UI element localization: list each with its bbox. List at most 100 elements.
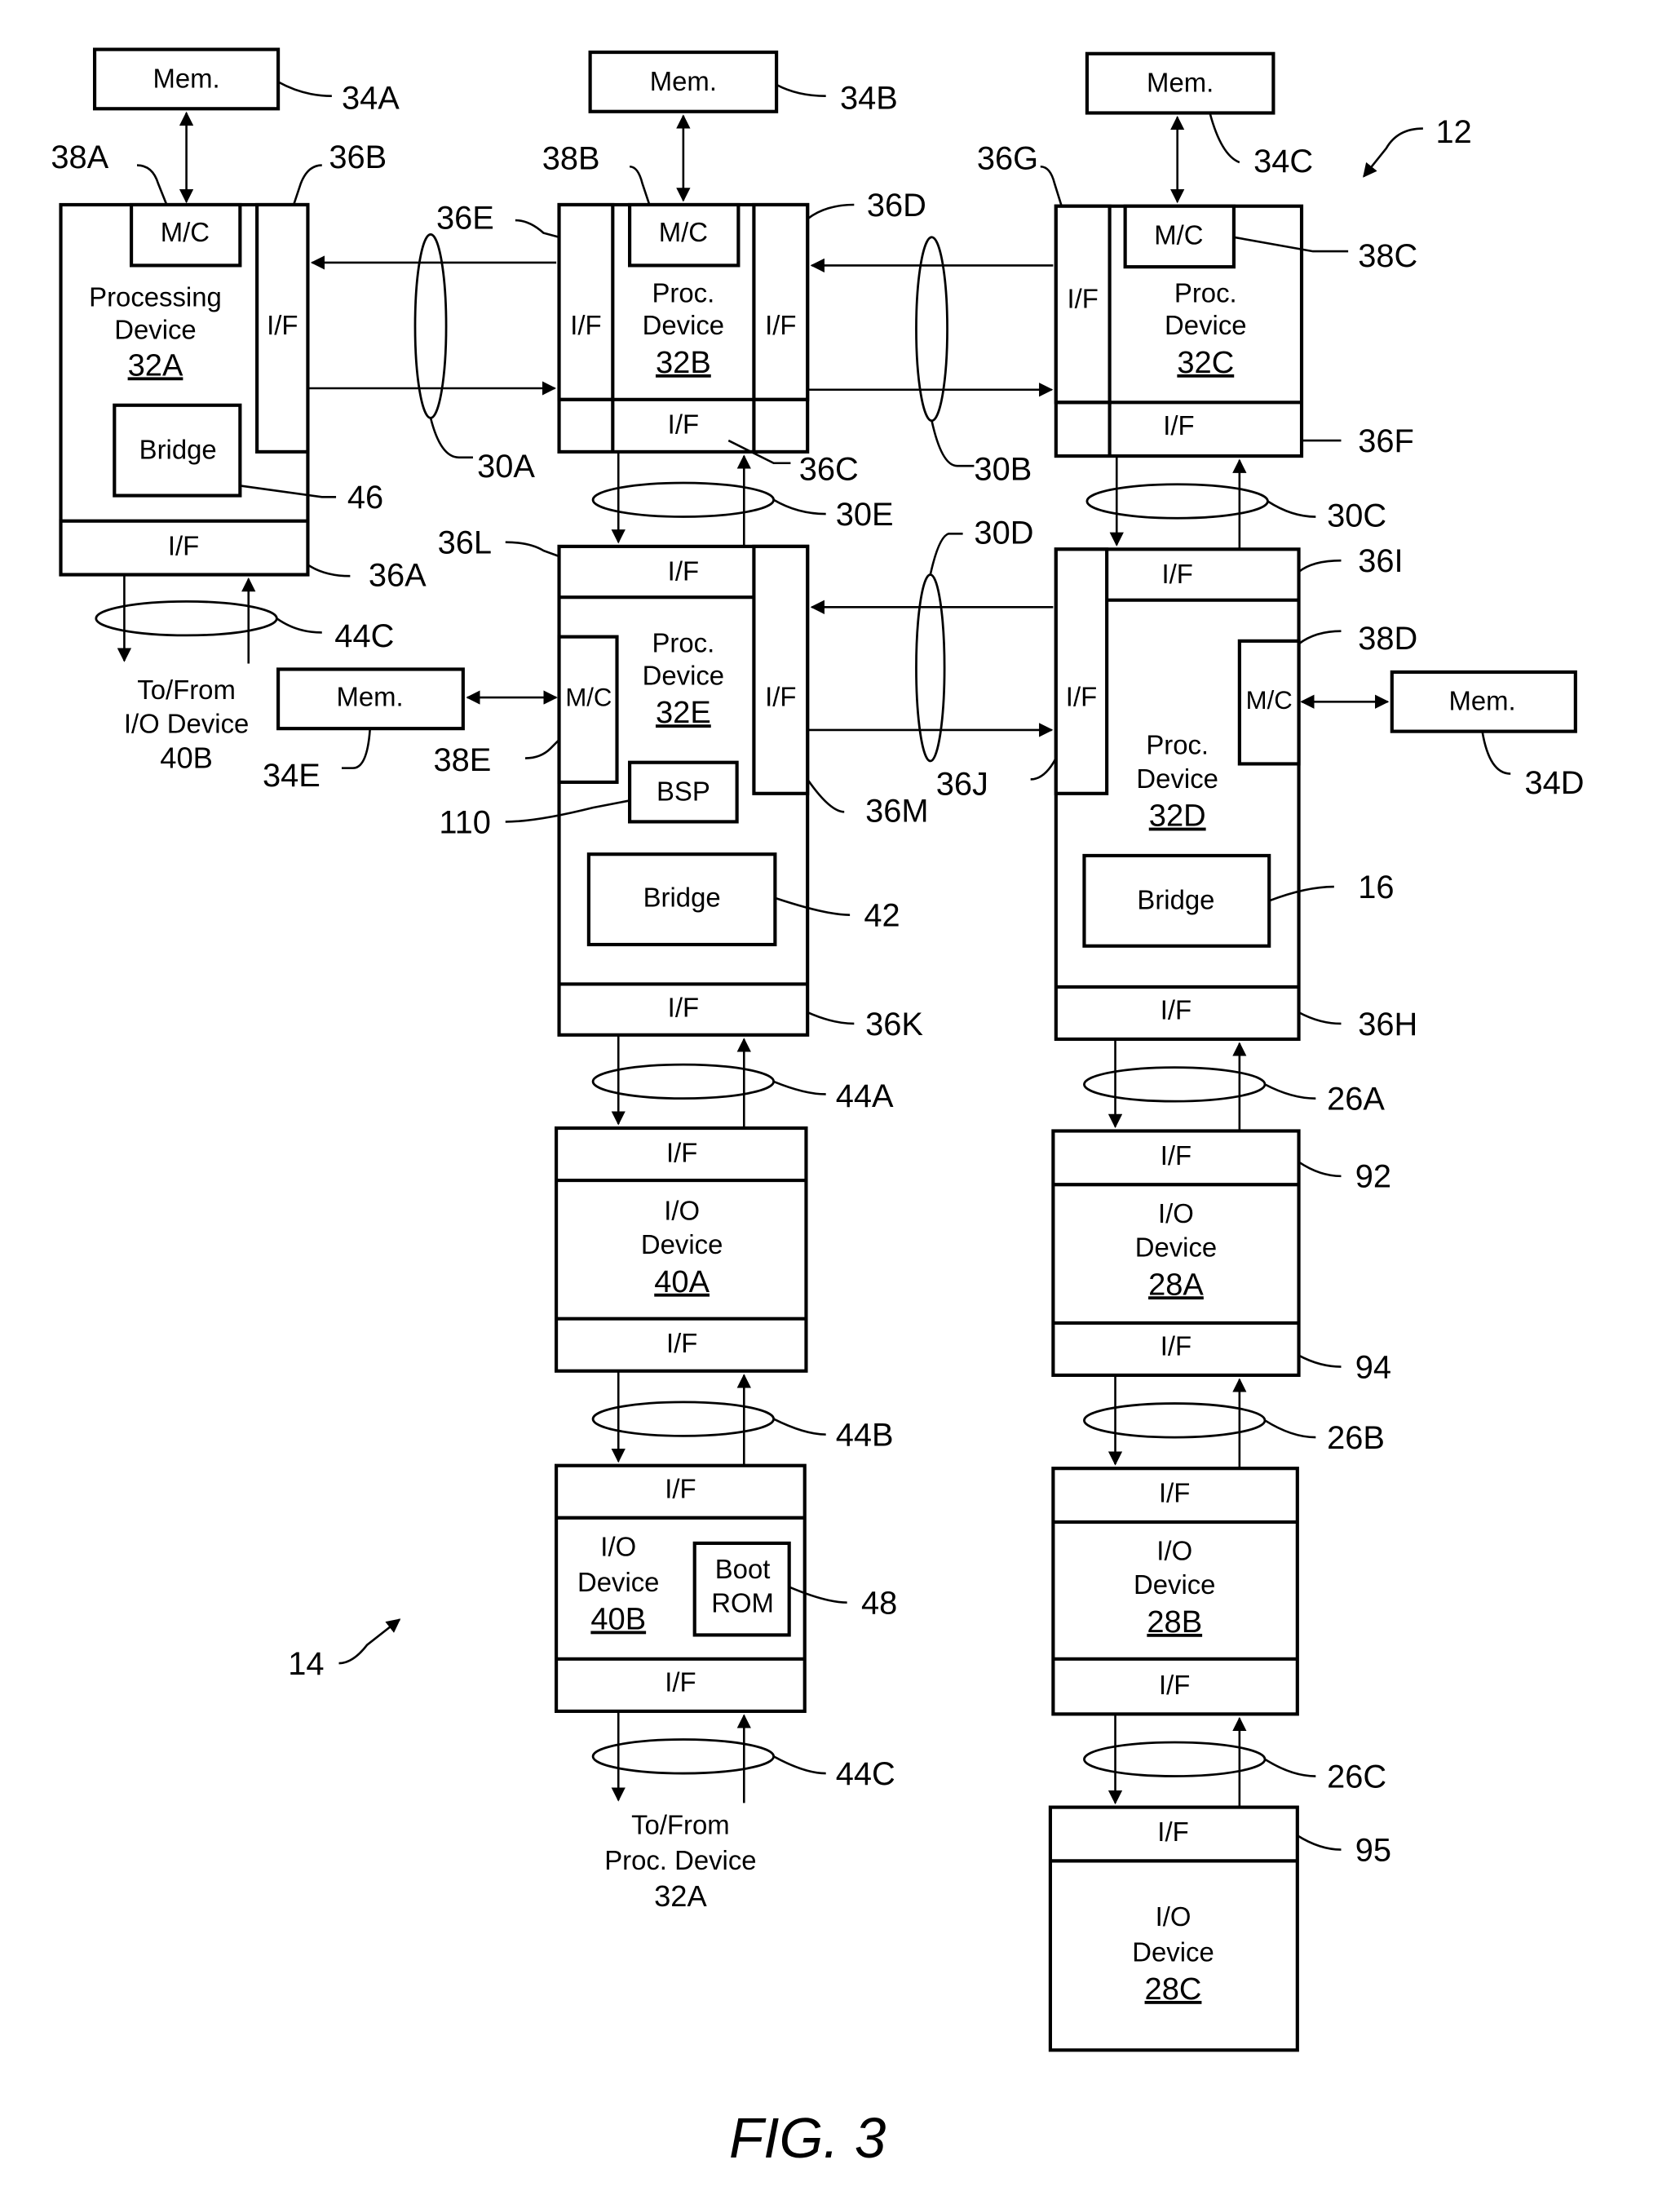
- caption-line: I/O Device: [124, 708, 249, 738]
- processing-device-32d: I/F I/F M/C Proc. Device 32D Bridge I/F: [1054, 547, 1301, 1042]
- link-30e: [591, 451, 776, 547]
- external-io-40b-caption: To/From I/O Device 40B: [124, 675, 249, 775]
- device-id: 40B: [590, 1603, 646, 1637]
- if-label: I/F: [666, 1328, 697, 1358]
- device-id: 32E: [656, 696, 711, 730]
- ref-26c: 26C: [1327, 1759, 1386, 1795]
- ref-42: 42: [864, 897, 900, 933]
- interface-36m: [752, 544, 810, 795]
- if-label: I/F: [570, 310, 601, 340]
- if-label: I/F: [168, 530, 199, 560]
- mc-label: M/C: [161, 217, 210, 247]
- ref-36c: 36C: [799, 452, 859, 488]
- device-id: 32C: [1177, 346, 1234, 380]
- device-label: Device: [1165, 310, 1247, 340]
- device-label: Device: [1132, 1936, 1214, 1967]
- processing-device-32a: M/C I/F Processing Device 32A Bridge I/F: [59, 202, 310, 577]
- if-label: I/F: [765, 681, 796, 711]
- caption-line: Proc. Device: [604, 1845, 756, 1875]
- mem-label: Mem.: [1448, 686, 1515, 716]
- io-label: I/O: [1156, 1901, 1191, 1932]
- ref-38e: 38E: [433, 742, 491, 778]
- if-label-36c: I/F: [668, 409, 699, 439]
- if-label-36i: I/F: [1162, 559, 1193, 589]
- if-label-36h: I/F: [1161, 995, 1191, 1025]
- device-id: 32D: [1149, 799, 1206, 834]
- ref-30b: 30B: [974, 452, 1032, 488]
- caption-line: 40B: [160, 741, 213, 775]
- ref-30c: 30C: [1327, 498, 1386, 534]
- device-label: Device: [1135, 1233, 1217, 1263]
- link-26a: [1083, 1038, 1267, 1131]
- ref-34a: 34A: [342, 80, 400, 116]
- interface-36e: [557, 202, 615, 401]
- ref-48: 48: [861, 1585, 897, 1621]
- io-label: I/O: [600, 1531, 636, 1561]
- device-label: Device: [1134, 1569, 1216, 1600]
- io-label: I/O: [1156, 1536, 1192, 1566]
- ref-38a: 38A: [51, 139, 108, 175]
- device-type-label: Proc.: [1174, 277, 1237, 308]
- ref-95: 95: [1355, 1832, 1391, 1868]
- if-label: I/F: [665, 1667, 696, 1697]
- ref-36f: 36F: [1358, 423, 1414, 459]
- ref-14: 14: [288, 1646, 324, 1682]
- rom-label: ROM: [711, 1588, 774, 1618]
- device-type-label: Processing: [89, 282, 222, 312]
- bridge-label: Bridge: [1137, 885, 1214, 915]
- mc-label: M/C: [659, 217, 708, 247]
- if-label: I/F: [1068, 283, 1099, 313]
- link-26c: [1083, 1714, 1267, 1808]
- memory-34d: Mem.: [1390, 670, 1577, 733]
- if-label: I/F: [267, 310, 298, 340]
- if-label: I/F: [665, 1474, 696, 1504]
- ref-30e: 30E: [836, 497, 894, 533]
- if-label: I/F: [765, 310, 796, 340]
- caption-line: To/From: [631, 1809, 730, 1839]
- link-30c: [1085, 456, 1269, 550]
- device-label: Device: [643, 661, 725, 691]
- if-label: I/F: [1161, 1140, 1191, 1171]
- mem-label: Mem.: [650, 66, 717, 96]
- device-id: 28A: [1148, 1268, 1204, 1302]
- ref-34e: 34E: [263, 758, 321, 794]
- device-type-label: Proc.: [652, 277, 714, 308]
- device-label: Device: [1136, 763, 1218, 794]
- ref-26a: 26A: [1327, 1082, 1385, 1117]
- mem-label: Mem.: [153, 63, 219, 93]
- bridge-label: Bridge: [139, 435, 217, 465]
- link-26b: [1083, 1374, 1267, 1469]
- memory-34c: Mem.: [1085, 51, 1275, 115]
- ref-92: 92: [1355, 1159, 1391, 1195]
- if-label: I/F: [666, 1138, 697, 1168]
- ref-16: 16: [1358, 870, 1394, 905]
- device-label: Device: [643, 310, 725, 340]
- device-type-label: Proc.: [1146, 729, 1209, 759]
- caption-line: 32A: [654, 1879, 707, 1913]
- device-id: 28C: [1145, 1972, 1202, 2007]
- ref-34c: 34C: [1253, 144, 1313, 179]
- link-44c-bottom: [591, 1711, 776, 1803]
- io-device-28c: I/F I/O Device 28C: [1048, 1805, 1299, 2052]
- ref-36k: 36K: [865, 1007, 923, 1042]
- device-label: Device: [114, 314, 197, 344]
- memory-34b: Mem.: [588, 50, 779, 113]
- interface-36d: [752, 202, 810, 401]
- ref-94: 94: [1355, 1349, 1391, 1385]
- io-label: I/O: [664, 1196, 700, 1226]
- caption-line: To/From: [137, 675, 236, 705]
- device-label: Device: [577, 1567, 660, 1597]
- memory-34a: Mem.: [92, 47, 281, 111]
- link-44a: [591, 1034, 776, 1129]
- mem-label: Mem.: [337, 681, 404, 711]
- link-30d: [807, 573, 1054, 763]
- ref-36l: 36L: [438, 525, 492, 561]
- ref-36a: 36A: [369, 557, 427, 593]
- ref-36j: 36J: [936, 767, 988, 803]
- device-id: 32A: [128, 348, 183, 383]
- figure-caption: FIG. 3: [729, 2106, 886, 2170]
- io-label: I/O: [1158, 1198, 1194, 1228]
- ref-44c-top: 44C: [334, 618, 394, 654]
- processing-device-32e: I/F I/F M/C Proc. Device 32E BSP Bridge …: [557, 544, 810, 1037]
- ref-44c-bottom: 44C: [836, 1756, 895, 1792]
